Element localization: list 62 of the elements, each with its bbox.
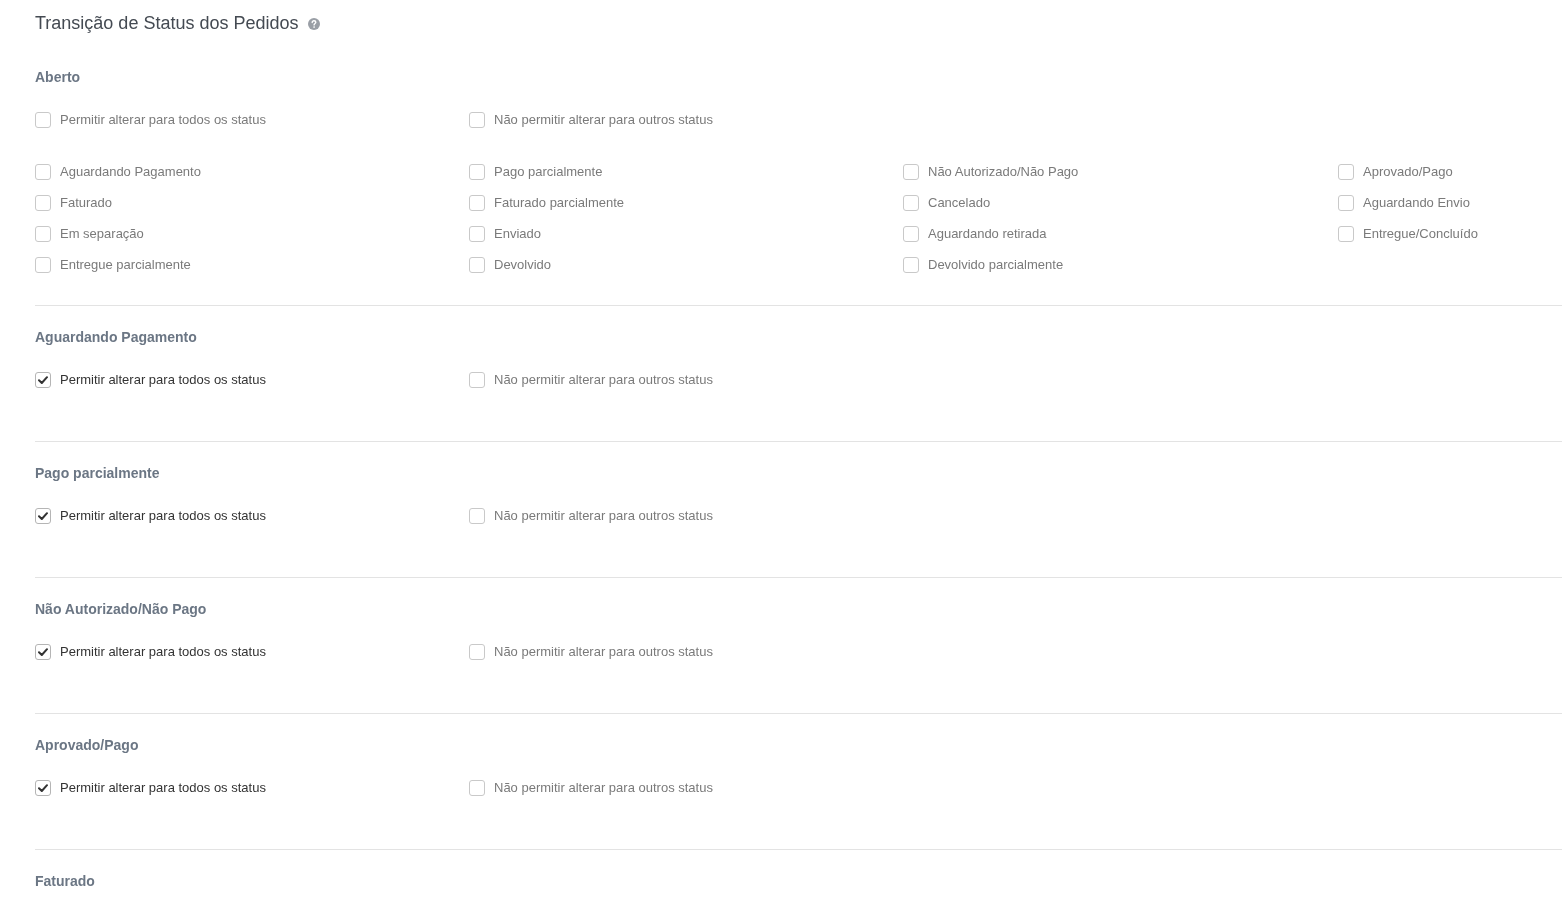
checkbox[interactable]	[903, 163, 919, 180]
checkmark-icon	[38, 647, 48, 656]
checkbox[interactable]	[1338, 194, 1354, 211]
checkbox-label[interactable]: Não permitir alterar para outros status	[494, 644, 713, 659]
checkbox-label[interactable]: Não permitir alterar para outros status	[494, 508, 713, 523]
section-heading: Não Autorizado/Não Pago	[35, 600, 207, 619]
checkbox[interactable]	[469, 779, 485, 796]
checkbox[interactable]	[35, 225, 51, 242]
checkbox[interactable]	[35, 779, 51, 796]
checkbox[interactable]	[469, 643, 485, 660]
checkbox-label[interactable]: Faturado	[60, 195, 113, 210]
checkbox[interactable]	[1338, 225, 1354, 242]
checkbox[interactable]	[35, 256, 51, 273]
checkbox-label[interactable]: Não permitir alterar para outros status	[494, 112, 713, 127]
checkbox-label[interactable]: Devolvido	[494, 257, 552, 272]
checkbox-label[interactable]: Aguardando Pagamento	[60, 164, 201, 179]
checkmark-icon	[38, 511, 48, 520]
checkbox-label[interactable]: Enviado	[494, 226, 541, 241]
checkbox-label[interactable]: Permitir alterar para todos os status	[60, 508, 266, 523]
checkbox-label[interactable]: Faturado parcialmente	[494, 195, 625, 210]
checkbox-label[interactable]: Em separação	[60, 226, 144, 241]
page-title: Transição de Status dos Pedidos	[35, 12, 299, 35]
checkbox-label[interactable]: Não permitir alterar para outros status	[494, 780, 713, 795]
help-icon[interactable]	[307, 18, 320, 30]
checkbox[interactable]	[469, 256, 485, 273]
checkmark-icon	[38, 375, 48, 384]
checkbox[interactable]	[469, 163, 485, 180]
checkbox-label[interactable]: Não permitir alterar para outros status	[494, 372, 713, 387]
section-heading: Pago parcialmente	[35, 464, 160, 483]
checkbox[interactable]	[469, 111, 485, 128]
section-heading: Aprovado/Pago	[35, 736, 139, 755]
checkmark-icon	[38, 783, 48, 792]
checkbox-label[interactable]: Devolvido parcialmente	[928, 257, 1064, 272]
checkbox-label[interactable]: Aguardando Envio	[1363, 195, 1470, 210]
checkbox[interactable]	[35, 111, 51, 128]
checkbox[interactable]	[903, 225, 919, 242]
checkbox-label[interactable]: Não Autorizado/Não Pago	[928, 164, 1079, 179]
checkbox-label[interactable]: Entregue/Concluído	[1363, 226, 1478, 241]
section-heading: Aberto	[35, 68, 81, 87]
checkbox-label[interactable]: Permitir alterar para todos os status	[60, 372, 266, 387]
checkbox-label[interactable]: Permitir alterar para todos os status	[60, 112, 266, 127]
checkbox[interactable]	[903, 194, 919, 211]
checkbox-label[interactable]: Permitir alterar para todos os status	[60, 780, 266, 795]
checkbox[interactable]	[35, 643, 51, 660]
checkbox[interactable]	[35, 507, 51, 524]
checkbox-label[interactable]: Aprovado/Pago	[1363, 164, 1453, 179]
checkbox-label[interactable]: Cancelado	[928, 195, 991, 210]
checkbox[interactable]	[469, 371, 485, 388]
checkbox-label[interactable]: Pago parcialmente	[494, 164, 603, 179]
checkbox-label[interactable]: Permitir alterar para todos os status	[60, 644, 266, 659]
checkbox[interactable]	[1338, 163, 1354, 180]
section-heading: Faturado	[35, 872, 95, 891]
checkbox[interactable]	[469, 194, 485, 211]
checkbox-label[interactable]: Aguardando retirada	[928, 226, 1047, 241]
checkbox[interactable]	[903, 256, 919, 273]
checkbox[interactable]	[35, 194, 51, 211]
checkbox-label[interactable]: Entregue parcialmente	[60, 257, 191, 272]
section-heading: Aguardando Pagamento	[35, 328, 197, 347]
checkbox[interactable]	[35, 163, 51, 180]
checkbox[interactable]	[469, 507, 485, 524]
checkbox[interactable]	[469, 225, 485, 242]
checkbox[interactable]	[35, 371, 51, 388]
